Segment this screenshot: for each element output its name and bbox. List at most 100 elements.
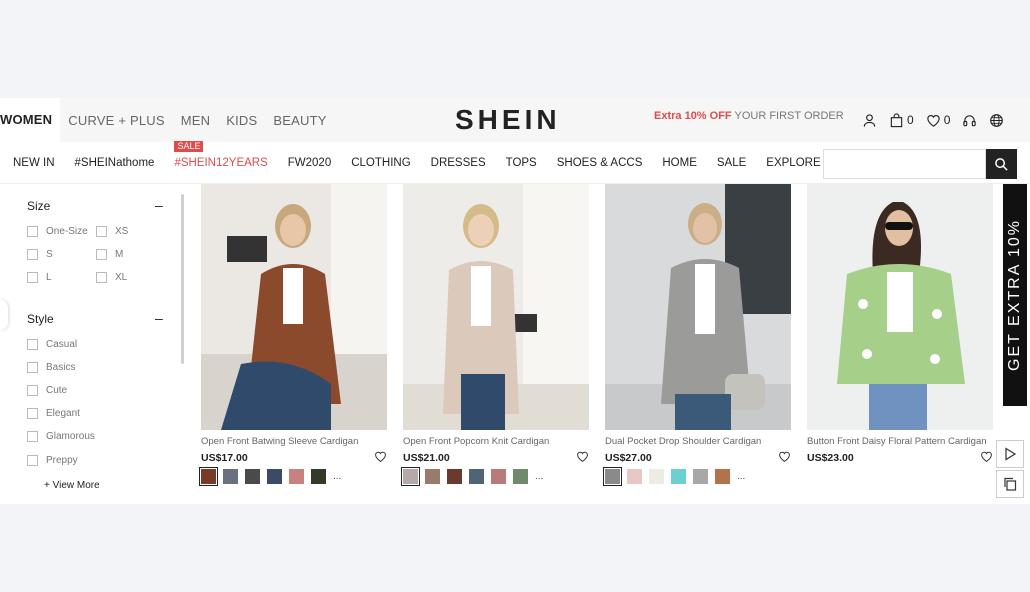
get-extra-banner[interactable]: GET EXTRA 10%	[1003, 184, 1027, 406]
headset-icon[interactable]	[962, 113, 977, 128]
nav-sheinathome[interactable]: #SHEINathome	[75, 157, 155, 169]
wishlist-heart-icon[interactable]	[980, 450, 993, 463]
search-input[interactable]	[823, 149, 986, 179]
option-label: Preppy	[46, 455, 78, 466]
filter-style-title[interactable]: Style	[27, 312, 54, 326]
filter-style-option[interactable]: Glamorous	[27, 431, 95, 442]
play-button[interactable]	[996, 440, 1024, 468]
filter-size-option[interactable]: XL	[96, 272, 127, 283]
tab-kids[interactable]: KIDS	[226, 113, 257, 128]
color-swatch[interactable]	[199, 467, 218, 486]
tab-curve-plus[interactable]: CURVE + PLUS	[68, 113, 164, 128]
filter-scrollbar[interactable]	[181, 194, 184, 364]
filter-style-option[interactable]: Casual	[27, 339, 77, 350]
color-swatches: ...	[603, 467, 745, 486]
option-label: XL	[115, 272, 128, 283]
filter-size-option[interactable]: L	[27, 272, 52, 283]
color-swatch[interactable]	[425, 469, 440, 484]
filter-size-toggle[interactable]: –	[155, 197, 163, 213]
filter-style-option[interactable]: Elegant	[27, 408, 80, 419]
color-swatch[interactable]	[401, 467, 420, 486]
more-colors[interactable]: ...	[333, 471, 341, 482]
compare-button[interactable]	[996, 470, 1024, 498]
product-card[interactable]: Open Front Batwing Sleeve Cardigan US$17…	[199, 184, 387, 486]
filter-style-toggle[interactable]: –	[155, 310, 163, 326]
product-title[interactable]: Open Front Popcorn Knit Cardigan	[403, 436, 549, 447]
color-swatch[interactable]	[245, 469, 260, 484]
checkbox[interactable]	[27, 249, 38, 260]
checkbox[interactable]	[27, 455, 38, 466]
nav-shein12years[interactable]: SALE #SHEIN12YEARS	[174, 141, 268, 169]
checkbox[interactable]	[27, 385, 38, 396]
user-icon[interactable]	[862, 113, 877, 128]
checkbox[interactable]	[96, 226, 107, 237]
checkbox[interactable]	[27, 408, 38, 419]
checkbox[interactable]	[96, 249, 107, 260]
color-swatch[interactable]	[513, 469, 528, 484]
color-swatch[interactable]	[715, 469, 730, 484]
filter-style-option[interactable]: Cute	[27, 385, 67, 396]
color-swatch[interactable]	[649, 469, 664, 484]
color-swatch[interactable]	[289, 469, 304, 484]
nav-sale[interactable]: SALE	[717, 157, 746, 169]
product-image[interactable]	[201, 184, 387, 430]
nav-explore[interactable]: EXPLORE	[766, 157, 820, 169]
filter-size-option[interactable]: S	[27, 249, 53, 260]
product-image[interactable]	[605, 184, 791, 430]
color-swatch[interactable]	[603, 467, 622, 486]
nav-dresses[interactable]: DRESSES	[431, 157, 486, 169]
product-title[interactable]: Button Front Daisy Floral Pattern Cardig…	[807, 436, 987, 447]
view-more-link[interactable]: + View More	[44, 480, 100, 491]
product-image[interactable]	[807, 184, 993, 430]
color-swatch[interactable]	[267, 469, 282, 484]
filter-style-option[interactable]: Basics	[27, 362, 75, 373]
filter-size-option[interactable]: XS	[96, 226, 128, 237]
product-title[interactable]: Open Front Batwing Sleeve Cardigan	[201, 436, 358, 447]
product-card[interactable]: Dual Pocket Drop Shoulder Cardigan US$27…	[603, 184, 791, 486]
color-swatches: ...	[199, 467, 341, 486]
wishlist-heart-icon[interactable]	[374, 450, 387, 463]
tab-men[interactable]: MEN	[181, 113, 211, 128]
nav-tops[interactable]: TOPS	[506, 157, 537, 169]
checkbox[interactable]	[27, 431, 38, 442]
color-swatch[interactable]	[311, 469, 326, 484]
color-swatch[interactable]	[223, 469, 238, 484]
promo-banner[interactable]: Extra 10% OFF YOUR FIRST ORDER	[654, 98, 844, 142]
nav-clothing[interactable]: CLOTHING	[351, 157, 410, 169]
checkbox[interactable]	[96, 272, 107, 283]
nav-new-in[interactable]: NEW IN	[13, 157, 55, 169]
nav-shoes-accs[interactable]: SHOES & ACCS	[557, 157, 643, 169]
bag-button[interactable]: 0	[889, 112, 914, 128]
color-swatch[interactable]	[491, 469, 506, 484]
tab-beauty[interactable]: BEAUTY	[273, 113, 326, 128]
color-swatch[interactable]	[627, 469, 642, 484]
nav-fw2020[interactable]: FW2020	[288, 157, 331, 169]
checkbox[interactable]	[27, 226, 38, 237]
product-price: US$17.00	[201, 452, 248, 464]
product-image[interactable]	[403, 184, 589, 430]
wishlist-heart-icon[interactable]	[778, 450, 791, 463]
globe-icon[interactable]	[989, 113, 1004, 128]
wishlist-button[interactable]: 0	[926, 113, 950, 128]
filter-size-option[interactable]: One-Size	[27, 226, 88, 237]
tab-women[interactable]: WOMEN	[0, 98, 61, 142]
nav-home[interactable]: HOME	[662, 157, 697, 169]
shein-logo[interactable]: SHEIN	[455, 98, 561, 142]
checkbox[interactable]	[27, 339, 38, 350]
search-button[interactable]	[986, 149, 1017, 179]
checkbox[interactable]	[27, 272, 38, 283]
color-swatch[interactable]	[447, 469, 462, 484]
filter-style-option[interactable]: Preppy	[27, 455, 78, 466]
wishlist-heart-icon[interactable]	[576, 450, 589, 463]
product-card[interactable]: Button Front Daisy Floral Pattern Cardig…	[807, 184, 993, 464]
color-swatch[interactable]	[693, 469, 708, 484]
more-colors[interactable]: ...	[737, 471, 745, 482]
product-card[interactable]: Open Front Popcorn Knit Cardigan US$21.0…	[401, 184, 589, 486]
more-colors[interactable]: ...	[535, 471, 543, 482]
product-title[interactable]: Dual Pocket Drop Shoulder Cardigan	[605, 436, 761, 447]
color-swatch[interactable]	[671, 469, 686, 484]
checkbox[interactable]	[27, 362, 38, 373]
filter-size-option[interactable]: M	[96, 249, 123, 260]
filter-size-title[interactable]: Size	[27, 199, 50, 213]
color-swatch[interactable]	[469, 469, 484, 484]
